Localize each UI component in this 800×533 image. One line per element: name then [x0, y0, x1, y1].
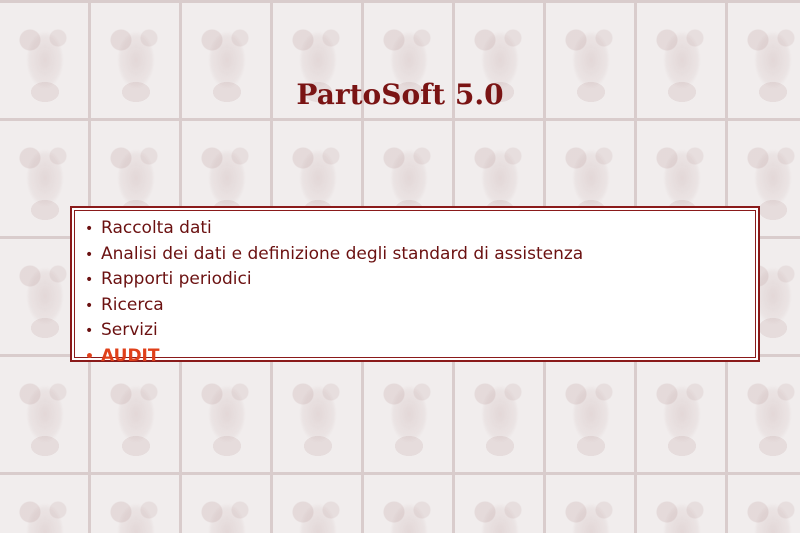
menu-link-analisi-dati[interactable]: Analisi dei dati e definizione degli sta…: [101, 244, 583, 264]
bullet-icon: •: [85, 221, 94, 237]
page-title: PartoSoft 5.0: [296, 78, 504, 111]
menu-link-rapporti-periodici[interactable]: Rapporti periodici: [101, 269, 252, 289]
bullet-icon: •: [85, 323, 94, 339]
menu-link-servizi[interactable]: Servizi: [101, 320, 158, 340]
menu-item-ricerca: • Ricerca: [85, 293, 755, 319]
menu-item-servizi: • Servizi: [85, 318, 755, 344]
menu-item-raccolta-dati: • Raccolta dati: [85, 216, 755, 242]
menu-item-analisi-dati: • Analisi dei dati e definizione degli st…: [85, 242, 755, 268]
menu-link-ricerca[interactable]: Ricerca: [101, 295, 164, 315]
main-menu-inner: • Raccolta dati • Analisi dei dati e defin…: [74, 210, 756, 366]
menu-item-rapporti-periodici: • Rapporti periodici: [85, 267, 755, 293]
bullet-icon: •: [85, 348, 94, 365]
menu-link-audit[interactable]: AUDIT: [101, 346, 159, 366]
bullet-icon: •: [85, 246, 94, 263]
bullet-icon: •: [85, 297, 94, 314]
main-menu-box: • Raccolta dati • Analisi dei dati e defin…: [70, 206, 760, 366]
menu-item-audit: • AUDIT: [85, 344, 755, 370]
bullet-icon: •: [85, 272, 94, 288]
main-menu-list: • Raccolta dati • Analisi dei dati e defin…: [85, 216, 755, 369]
menu-link-raccolta-dati[interactable]: Raccolta dati: [101, 218, 212, 238]
